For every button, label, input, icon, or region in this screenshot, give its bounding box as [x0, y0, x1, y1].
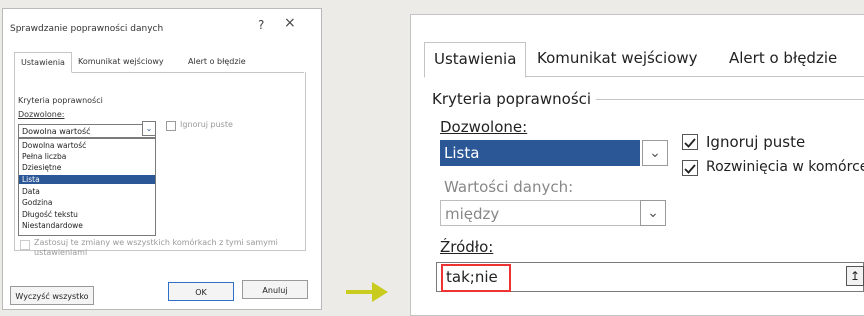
collapse-dialog-icon[interactable]: ↥: [846, 266, 864, 286]
check-icon: [684, 164, 696, 174]
dialog-title: Sprawdzanie poprawności danych: [10, 24, 164, 34]
ignore-blank-label: Ignoruj puste: [706, 133, 806, 151]
tab-error-alert[interactable]: Alert o błędzie: [182, 52, 252, 71]
in-cell-dropdown-checkbox[interactable]: [682, 160, 698, 176]
list-item[interactable]: Dziesiętne: [22, 163, 61, 172]
source-label: Źródło:: [440, 238, 494, 256]
data-select[interactable]: między: [440, 200, 666, 226]
allow-select[interactable]: Dowolna wartość: [18, 124, 156, 138]
list-item[interactable]: Data: [22, 187, 40, 196]
tab-settings[interactable]: Ustawienia: [424, 42, 527, 78]
tab-bar: Ustawienia Komunikat wejściowy Alert o b…: [14, 52, 304, 73]
allow-label: Dozwolone:: [440, 118, 528, 136]
ignore-blank-checkbox[interactable]: [682, 134, 698, 150]
criteria-label: Kryteria poprawności: [18, 96, 103, 105]
list-item[interactable]: Długość tekstu: [22, 210, 78, 219]
chevron-down-icon[interactable]: ⌄: [640, 200, 666, 226]
ignore-blank-label: Ignoruj puste: [180, 120, 233, 129]
group-divider: [596, 99, 864, 100]
apply-all-label: Zastosuj te zmiany we wszystkich komórka…: [34, 238, 278, 257]
cancel-button[interactable]: Anuluj: [242, 280, 308, 299]
list-item[interactable]: Niestandardowe: [22, 221, 83, 230]
tab-error-alert[interactable]: Alert o błędzie: [720, 42, 846, 75]
data-label: Wartości danych:: [444, 178, 574, 196]
close-button[interactable]: ×: [284, 15, 296, 31]
allow-dropdown-list: Dowolna wartość Pełna liczba Dziesiętne …: [18, 138, 156, 236]
tab-settings[interactable]: Ustawienia: [14, 52, 72, 73]
arrow-head-icon: [372, 282, 388, 302]
clear-all-button[interactable]: Wyczyść wszystko: [10, 286, 94, 305]
criteria-label: Kryteria poprawności: [432, 90, 592, 108]
allow-select[interactable]: Lista: [440, 140, 640, 166]
highlight-box: [441, 264, 511, 292]
list-item[interactable]: Dowolna wartość: [22, 141, 86, 150]
help-button[interactable]: ?: [258, 18, 264, 32]
ignore-blank-checkbox[interactable]: [166, 121, 176, 131]
check-icon: [684, 138, 696, 148]
tab-input-message[interactable]: Komunikat wejściowy: [528, 42, 707, 75]
zoomed-tab-bar: Ustawienia Komunikat wejściowy Alert o b…: [424, 42, 864, 78]
chevron-down-icon[interactable]: ⌄: [642, 140, 668, 166]
allow-label: Dozwolone:: [18, 110, 65, 119]
list-item-selected[interactable]: Lista: [19, 175, 155, 184]
tab-input-message[interactable]: Komunikat wejściowy: [72, 52, 170, 71]
in-cell-dropdown-label: Rozwinięcia w komórce: [706, 159, 864, 175]
apply-all-checkbox[interactable]: [20, 240, 30, 250]
list-item[interactable]: Godzina: [22, 198, 53, 207]
list-item[interactable]: Pełna liczba: [22, 152, 66, 161]
chevron-down-icon[interactable]: ⌄: [142, 121, 156, 136]
ok-button[interactable]: OK: [168, 282, 234, 301]
